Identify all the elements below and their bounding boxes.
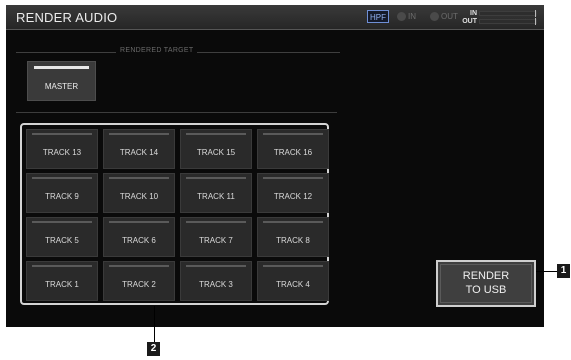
level-meter-in: IN — [462, 9, 537, 17]
rendered-target-label: RENDERED TARGET — [116, 47, 198, 54]
render-to-usb-button[interactable]: RENDER TO USB — [436, 260, 536, 307]
level-meter-out: OUT — [462, 17, 537, 25]
track-button[interactable]: TRACK 14 — [103, 129, 175, 169]
callout-1-badge: 1 — [557, 264, 570, 278]
track-label: TRACK 16 — [273, 148, 313, 157]
out-indicator-icon — [430, 12, 439, 21]
track-indicator — [263, 265, 323, 267]
hpf-button[interactable]: HPF — [367, 10, 389, 23]
track-button[interactable]: TRACK 10 — [103, 173, 175, 213]
track-grid: TRACK 13 TRACK 14 TRACK 15 TRACK 16 TRAC… — [20, 123, 329, 305]
master-selected-indicator — [34, 66, 89, 69]
track-button[interactable]: TRACK 2 — [103, 261, 175, 301]
callout-2-leader — [154, 306, 155, 342]
track-label: TRACK 5 — [45, 236, 79, 245]
section-divider — [16, 112, 337, 113]
track-button[interactable]: TRACK 11 — [180, 173, 252, 213]
track-indicator — [32, 221, 92, 223]
meter-in-label: IN — [470, 9, 477, 17]
in-indicator-label: IN — [408, 12, 416, 21]
title-bar: RENDER AUDIO HPF IN OUT IN OUT — [6, 5, 544, 30]
track-button[interactable]: TRACK 1 — [26, 261, 98, 301]
track-button[interactable]: TRACK 13 — [26, 129, 98, 169]
track-label: TRACK 13 — [42, 148, 82, 157]
track-label: TRACK 7 — [199, 236, 233, 245]
track-button[interactable]: TRACK 3 — [180, 261, 252, 301]
meter-out-bar — [479, 17, 537, 25]
master-label: MASTER — [44, 82, 79, 91]
track-button[interactable]: TRACK 9 — [26, 173, 98, 213]
master-button[interactable]: MASTER — [27, 61, 96, 101]
track-label: TRACK 3 — [199, 280, 233, 289]
track-button[interactable]: TRACK 4 — [257, 261, 329, 301]
track-indicator — [186, 265, 246, 267]
track-label: TRACK 15 — [196, 148, 236, 157]
track-label: TRACK 8 — [276, 236, 310, 245]
render-button-line1: RENDER — [462, 270, 510, 282]
in-indicator: IN — [397, 11, 416, 22]
render-button-line2: TO USB — [465, 284, 507, 296]
track-indicator — [109, 177, 169, 179]
track-label: TRACK 4 — [276, 280, 310, 289]
render-audio-screen: RENDER AUDIO HPF IN OUT IN OUT RENDERED … — [6, 5, 544, 327]
track-button[interactable]: TRACK 6 — [103, 217, 175, 257]
meter-out-label: OUT — [462, 17, 477, 25]
track-button[interactable]: TRACK 12 — [257, 173, 329, 213]
track-indicator — [32, 177, 92, 179]
track-button[interactable]: TRACK 7 — [180, 217, 252, 257]
track-indicator — [186, 133, 246, 135]
track-indicator — [186, 221, 246, 223]
meter-in-bar — [479, 9, 537, 17]
track-indicator — [109, 221, 169, 223]
out-indicator-label: OUT — [441, 12, 458, 21]
track-indicator — [186, 177, 246, 179]
in-indicator-icon — [397, 12, 406, 21]
track-label: TRACK 10 — [119, 192, 159, 201]
track-indicator — [263, 177, 323, 179]
track-indicator — [263, 133, 323, 135]
track-label: TRACK 1 — [45, 280, 79, 289]
track-label: TRACK 6 — [122, 236, 156, 245]
screen-title: RENDER AUDIO — [16, 10, 118, 25]
track-button[interactable]: TRACK 16 — [257, 129, 329, 169]
rendered-target-section: RENDERED TARGET MASTER — [16, 47, 340, 119]
track-label: TRACK 9 — [45, 192, 79, 201]
track-button[interactable]: TRACK 8 — [257, 217, 329, 257]
out-indicator: OUT — [430, 11, 458, 22]
track-label: TRACK 2 — [122, 280, 156, 289]
track-indicator — [109, 133, 169, 135]
track-button[interactable]: TRACK 5 — [26, 217, 98, 257]
track-indicator — [32, 265, 92, 267]
track-indicator — [109, 265, 169, 267]
callout-1-leader — [536, 271, 558, 272]
track-indicator — [263, 221, 323, 223]
track-label: TRACK 14 — [119, 148, 159, 157]
track-label: TRACK 11 — [197, 192, 235, 201]
track-button[interactable]: TRACK 15 — [180, 129, 252, 169]
callout-2-badge: 2 — [147, 342, 160, 356]
track-label: TRACK 12 — [273, 192, 313, 201]
track-indicator — [32, 133, 92, 135]
